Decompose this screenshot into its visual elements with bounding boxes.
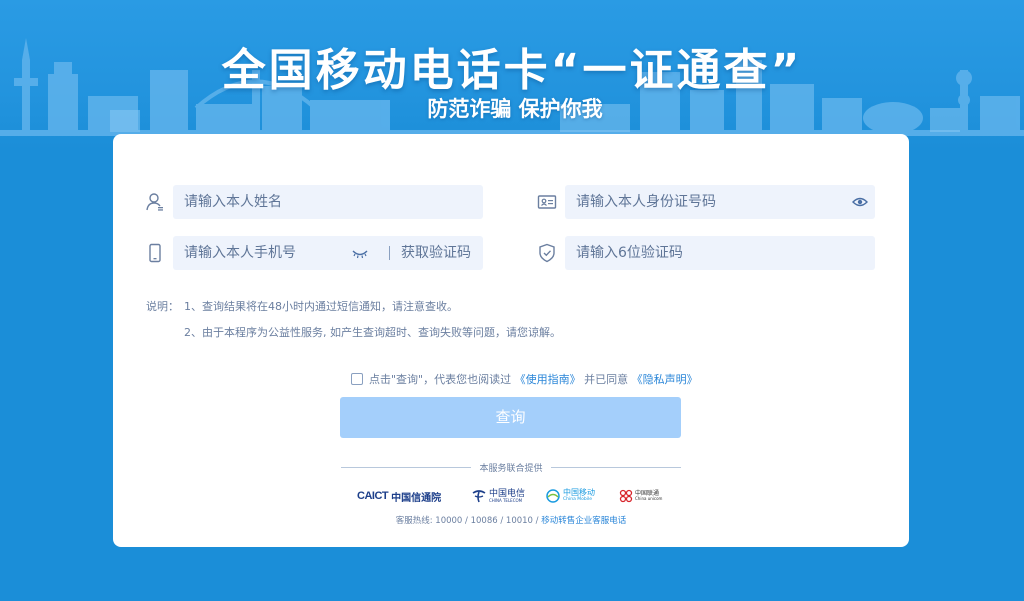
phone-input[interactable] bbox=[173, 236, 375, 270]
id-card-icon bbox=[537, 195, 557, 209]
usage-guide-link[interactable]: 《使用指南》 bbox=[515, 373, 581, 386]
privacy-statement-link[interactable]: 《隐私声明》 bbox=[632, 373, 698, 386]
customer-service-hotline: 客服热线: 10000 / 10086 / 10010 / 移动转售企业客服电话 bbox=[113, 514, 909, 526]
china-telecom-logo: 中国电信 CHINA TELECOM bbox=[471, 486, 525, 506]
instructions-label: 说明： bbox=[146, 300, 179, 313]
get-code-label: 获取验证码 bbox=[401, 245, 471, 261]
service-providers-divider: 本服务联合提供 bbox=[341, 460, 681, 474]
china-mobile-subtext: China Mobile bbox=[563, 496, 593, 502]
show-password-eye-icon[interactable] bbox=[852, 196, 868, 208]
query-form-card: 获取验证码 说明： 1、查询结果将在48小时内通过短信通知，请注意查收。 2、由… bbox=[113, 134, 909, 547]
partner-logos: CAICT 中国信通院 中国电信 CHINA TELECOM 中国移动 Chin… bbox=[357, 486, 667, 506]
divider-line bbox=[551, 467, 681, 468]
agreement-checkbox[interactable] bbox=[351, 373, 363, 385]
name-input[interactable] bbox=[173, 185, 483, 219]
divider bbox=[389, 246, 390, 260]
china-telecom-subtext: CHINA TELECOM bbox=[489, 497, 523, 503]
caict-logo: CAICT 中国信通院 bbox=[357, 486, 441, 506]
agreement-text: 点击"查询"，代表您也阅读过 bbox=[369, 373, 512, 386]
shield-check-icon bbox=[539, 243, 555, 263]
hide-phone-eye-closed-icon[interactable] bbox=[352, 248, 368, 260]
mobile-phone-icon bbox=[149, 243, 161, 263]
caict-logo-text: 中国信通院 bbox=[391, 492, 442, 504]
instruction-item: 2、由于本程序为公益性服务, 如产生查询超时、查询失败等问题，请您谅解。 bbox=[184, 326, 561, 339]
user-icon bbox=[146, 193, 163, 211]
china-unicom-icon bbox=[619, 489, 633, 503]
hotline-numbers: 客服热线: 10000 / 10086 / 10010 / bbox=[395, 516, 539, 526]
get-verification-code-button[interactable]: 获取验证码 bbox=[375, 236, 483, 270]
page-title: 全国移动电话卡“一证通查” bbox=[221, 45, 803, 96]
verification-code-input[interactable] bbox=[565, 236, 875, 270]
china-mobile-logo: 中国移动 China Mobile bbox=[545, 486, 595, 506]
query-button[interactable]: 查询 bbox=[340, 397, 681, 438]
china-unicom-logo: 中国联通 China unicom bbox=[619, 486, 662, 506]
caict-logo-mark: CAICT bbox=[357, 490, 389, 502]
agreement-middle-text: 并已同意 bbox=[584, 373, 629, 386]
china-telecom-icon bbox=[472, 490, 486, 503]
china-unicom-subtext: China unicom bbox=[635, 496, 663, 502]
agreement-row: 点击"查询"，代表您也阅读过 《使用指南》 并已同意 《隐私声明》 bbox=[351, 371, 698, 387]
instruction-item: 1、查询结果将在48小时内通过短信通知，请注意查收。 bbox=[184, 300, 458, 313]
reseller-hotline-link[interactable]: 移动转售企业客服电话 bbox=[541, 516, 626, 526]
header-banner: 全国移动电话卡“一证通查” 防范诈骗 保护你我 bbox=[0, 0, 1024, 150]
china-mobile-icon bbox=[546, 489, 560, 503]
id-number-input[interactable] bbox=[565, 185, 875, 219]
page-subtitle: 防范诈骗 保护你我 bbox=[427, 97, 603, 121]
